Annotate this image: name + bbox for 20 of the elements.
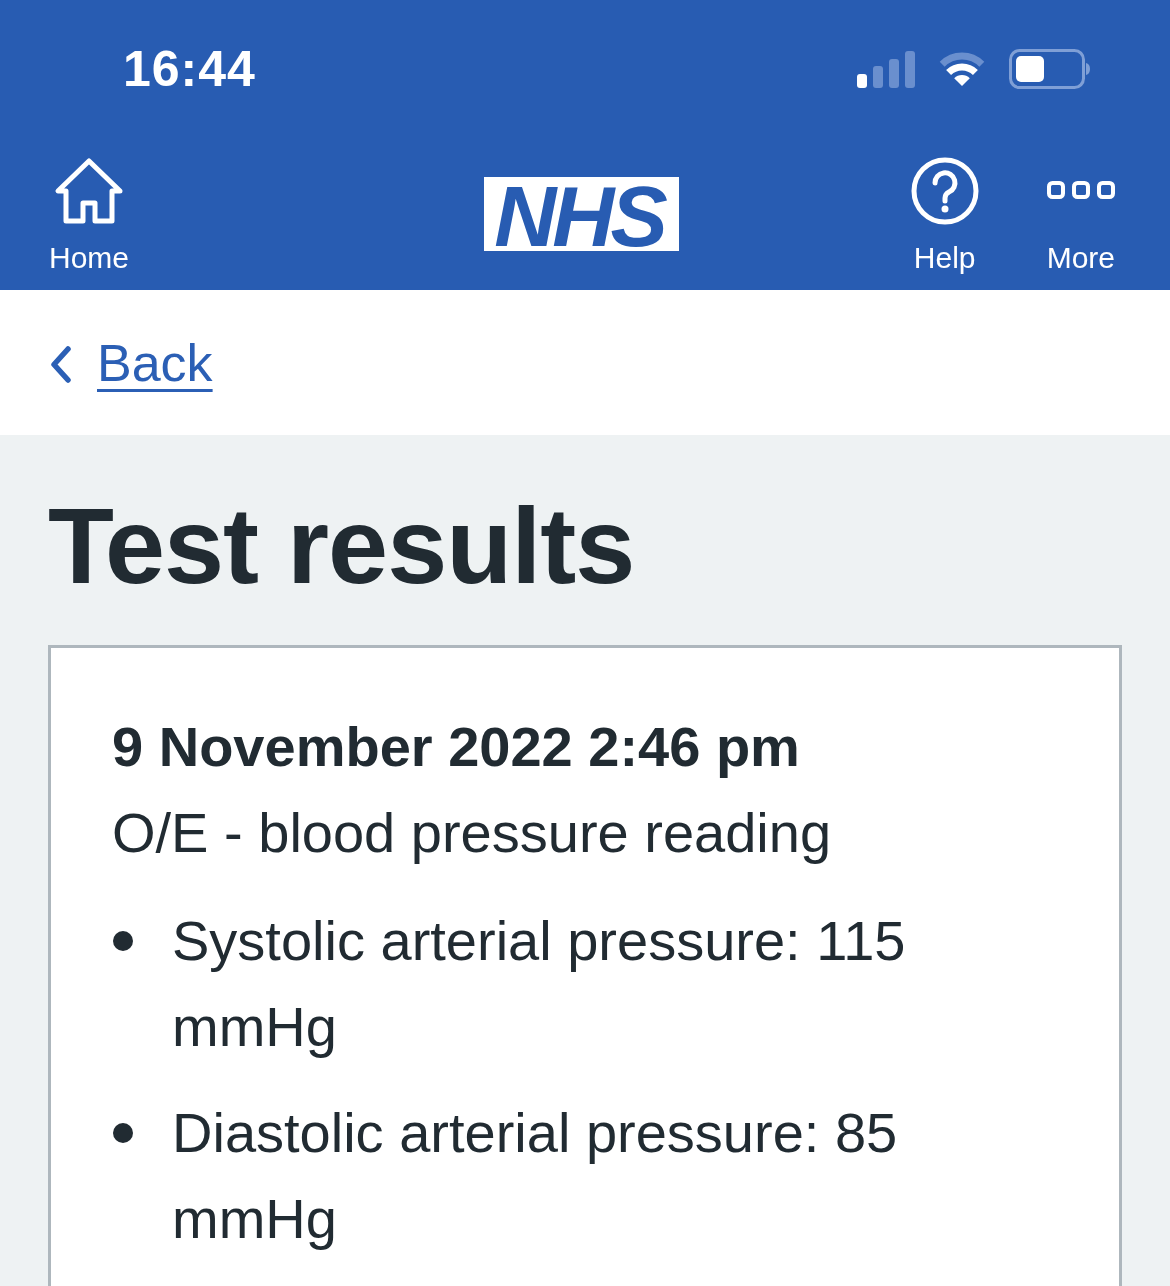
battery-icon (1009, 49, 1091, 89)
chevron-left-icon (50, 346, 71, 383)
back-link[interactable]: Back (50, 336, 213, 389)
status-time: 16:44 (123, 44, 256, 94)
home-icon (54, 157, 124, 225)
signal-icon (857, 50, 915, 88)
result-date: 9 November 2022 2:46 pm (112, 714, 801, 780)
bullet-icon (113, 931, 133, 951)
wifi-icon (937, 51, 987, 87)
more-dots-icon (1046, 181, 1115, 199)
bullet-icon (113, 1123, 133, 1143)
result-value: Diastolic arterial pressure: 85 mmHg (172, 1100, 899, 1252)
home-button[interactable]: Home (49, 157, 130, 276)
help-button[interactable]: Help (910, 157, 979, 276)
result-description: O/E - blood pressure reading (112, 800, 833, 866)
result-value: Systolic arterial pressure: 115 mmHg (172, 908, 907, 1060)
more-button[interactable]: More (1046, 157, 1115, 276)
help-icon (910, 157, 979, 225)
logo: NHS (484, 177, 680, 251)
page-title: Test results (48, 492, 636, 600)
